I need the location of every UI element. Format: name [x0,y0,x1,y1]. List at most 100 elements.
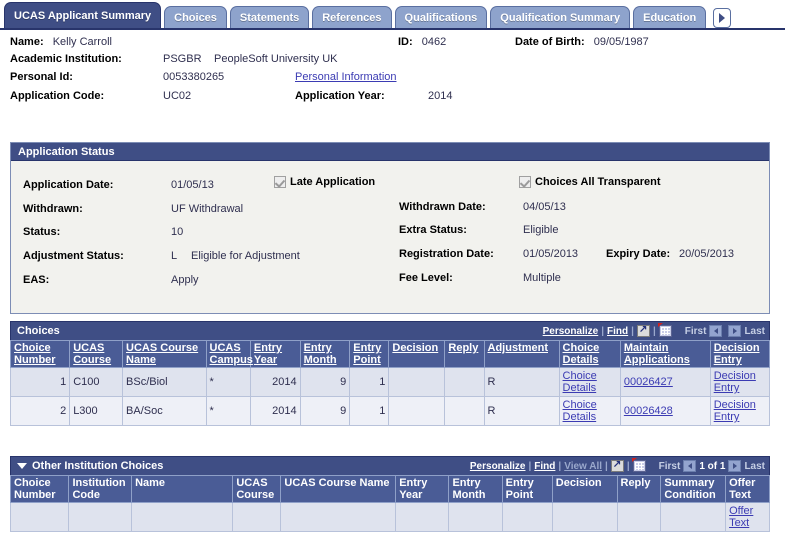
cell-entry-year [395,502,450,532]
table-row[interactable]: Offer Text [9,502,770,532]
application-date-value: 01/05/13 [171,179,214,191]
table-row[interactable]: 1 C100 BSc/Biol * 2014 9 1 R Choice Deta… [9,367,771,397]
other-choices-table: Choice Number Institution Code Name UCAS… [9,475,770,532]
last-label[interactable]: Last [744,461,765,472]
academic-institution-code: PSGBR [163,53,202,65]
col-choice-number[interactable]: Choice Number [9,340,71,368]
academic-institution-label: Academic Institution: [10,53,122,65]
table-row[interactable]: 2 L300 BA/Soc * 2014 9 1 R Choice Detail… [9,396,771,426]
chevron-right-icon[interactable] [713,8,732,28]
collapse-triangle-icon[interactable] [17,463,27,469]
offer-text-link[interactable]: Offer Text [729,505,753,529]
date-of-birth-label: Date of Birth: [515,36,585,48]
col-maintain-applications[interactable]: Maintain Applications [619,340,711,368]
cell-ucas-campus: * [205,367,251,397]
cell-entry-month: 9 [299,367,351,397]
next-page-icon[interactable] [728,460,742,472]
registration-date-value: 01/05/2013 [523,248,579,260]
tab-references[interactable]: References [312,6,392,28]
col-reply[interactable]: Reply [444,340,485,368]
col-entry-point: Entry Point [501,475,553,503]
expand-grid-icon[interactable] [636,324,650,337]
choices-all-transparent-checkbox[interactable]: Choices All Transparent [519,176,661,188]
eas-value: Apply [171,274,199,286]
other-choices-header-row: Choice Number Institution Code Name UCAS… [9,475,770,503]
cell-offer-text: Offer Text [725,502,770,532]
col-ucas-course[interactable]: UCAS Course [69,340,124,368]
previous-page-icon[interactable] [683,460,697,472]
decision-entry-link[interactable]: Decision Entry [714,399,756,423]
tab-qualifications[interactable]: Qualifications [394,6,488,28]
last-label[interactable]: Last [744,326,765,337]
col-entry-year[interactable]: Entry Year [249,340,301,368]
cell-maintain-applications: 00026428 [619,396,711,426]
col-decision-entry[interactable]: Decision Entry [709,340,771,368]
other-institution-choices-grid: Other Institution Choices Personalize | … [9,456,770,532]
col-entry-month[interactable]: Entry Month [299,340,351,368]
tab-label: Choices [174,11,217,24]
choice-details-link[interactable]: Choice Details [563,370,597,394]
personal-information-link[interactable]: Personal Information [295,71,397,83]
col-ucas-campus[interactable]: UCAS Campus [205,340,253,368]
tab-qualification-summary[interactable]: Qualification Summary [490,6,631,28]
cell-decision-entry: Decision Entry [709,367,771,397]
first-label[interactable]: First [659,461,681,472]
previous-page-icon[interactable] [709,325,723,337]
eas-label: EAS: [23,274,50,286]
other-choices-grid-nav: Personalize | Find | View All | | First … [470,458,765,472]
choices-all-transparent-label: Choices All Transparent [535,176,661,188]
col-ucas-course-name[interactable]: UCAS Course Name [122,340,207,368]
view-all-link[interactable]: View All [564,461,602,472]
first-label[interactable]: First [685,326,707,337]
cell-decision-entry: Decision Entry [709,396,771,426]
find-link[interactable]: Find [607,326,628,337]
maintain-applications-link[interactable]: 00026428 [624,405,673,417]
late-application-checkbox[interactable]: Late Application [274,176,375,188]
download-to-excel-icon[interactable] [657,323,672,337]
choices-grid-title: Choices [17,325,60,337]
personal-id-label: Personal Id: [10,71,73,83]
tab-label: Statements [239,11,300,24]
col-choice-details[interactable]: Choice Details [558,340,621,368]
tab-label: Qualification Summary [500,11,621,24]
find-link[interactable]: Find [534,461,555,472]
tab-label: Qualifications [404,11,478,24]
col-decision[interactable]: Decision [388,340,446,368]
tab-bar: UCAS Applicant Summary Choices Statement… [0,0,785,30]
nav-separator: | [558,460,562,472]
col-reply: Reply [616,475,662,503]
tab-choices[interactable]: Choices [164,6,227,28]
cell-adjustment: R [483,367,560,397]
withdrawn-date-label: Withdrawn Date: [399,201,486,213]
col-name: Name [131,475,234,503]
application-year-value: 2014 [428,90,453,102]
cell-reply [616,502,662,532]
personalize-link[interactable]: Personalize [470,461,526,472]
tab-education[interactable]: Education [633,6,707,28]
col-ucas-course-name: UCAS Course Name [280,475,397,503]
download-to-excel-icon[interactable] [631,458,646,472]
extra-status-value: Eligible [523,224,559,236]
col-entry-month: Entry Month [448,475,503,503]
application-status-groupbox: Application Status Application Date: 01/… [10,142,770,314]
application-code-label: Application Code: [10,90,105,102]
applicant-header: Name: Kelly Carroll ID: 0462 Date of Bir… [0,30,785,155]
tab-ucas-applicant-summary[interactable]: UCAS Applicant Summary [4,2,162,28]
expand-grid-icon[interactable] [610,459,624,472]
col-entry-year: Entry Year [395,475,450,503]
checkbox-checked-icon [274,176,286,188]
next-page-icon[interactable] [728,325,742,337]
withdrawn-date-value: 04/05/13 [523,201,566,213]
choice-details-link[interactable]: Choice Details [563,399,597,423]
decision-entry-link[interactable]: Decision Entry [714,370,756,394]
name-value: Kelly Carroll [52,36,112,48]
tab-statements[interactable]: Statements [229,6,310,28]
col-ucas-course: UCAS Course [232,475,282,503]
col-adjustment[interactable]: Adjustment [483,340,560,368]
status-value: 10 [171,226,184,238]
maintain-applications-link[interactable]: 00026427 [624,376,673,388]
personalize-link[interactable]: Personalize [543,326,599,337]
cell-decision [388,396,446,426]
choices-grid-titlebar: Choices Personalize | Find | | First Las… [10,321,770,340]
col-entry-point[interactable]: Entry Point [349,340,390,368]
